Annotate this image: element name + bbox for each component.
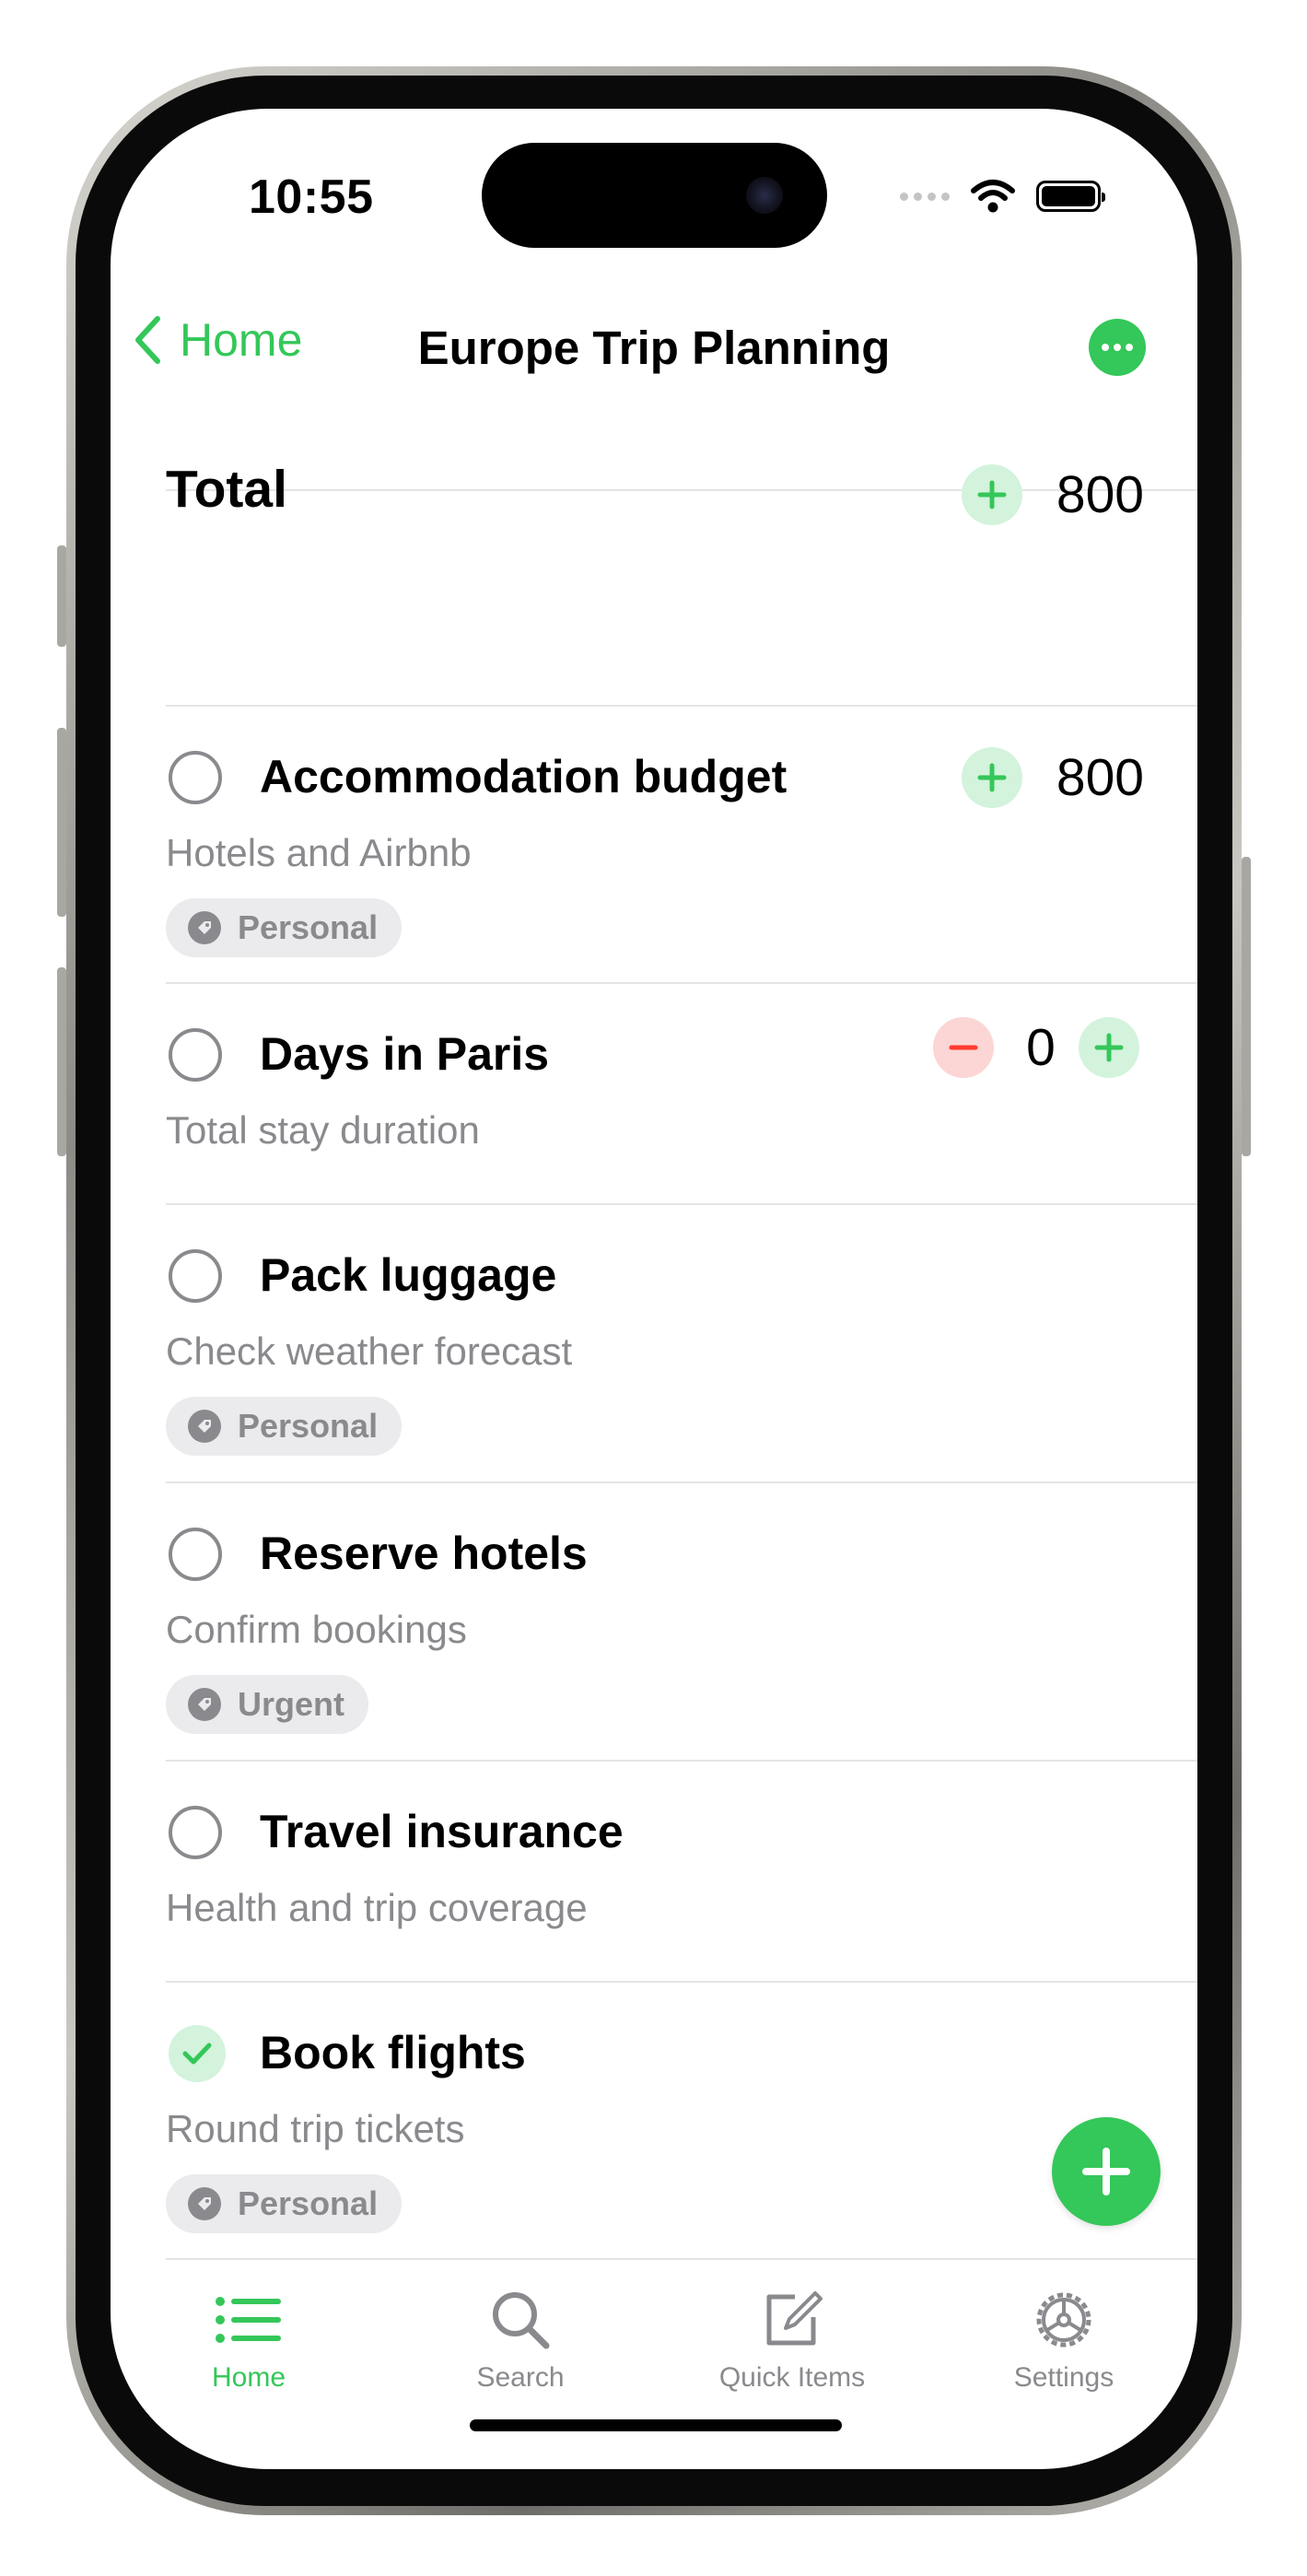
total-value: 800 (1056, 465, 1144, 524)
tab-label: Search (476, 2362, 565, 2393)
tag-icon (188, 1688, 221, 1721)
screen: 10:55 Home Europe Trip Planning Total 80… (111, 109, 1197, 2469)
total-label: Total (166, 460, 287, 519)
tab-label: Quick Items (718, 2362, 866, 2393)
minus-icon (949, 1045, 978, 1050)
item-subtitle: Hotels and Airbnb (166, 831, 472, 874)
tag-icon (188, 911, 221, 944)
divider (166, 1203, 1197, 1205)
tag-badge[interactable]: Personal (166, 2174, 403, 2233)
cellular-signal-icon (900, 192, 950, 201)
total-increment-button[interactable] (962, 464, 1022, 525)
camera-icon (746, 177, 783, 214)
item-title: Reserve hotels (260, 1528, 588, 1579)
status-time: 10:55 (249, 170, 374, 224)
wifi-icon (971, 180, 1015, 213)
item-value: 800 (1056, 748, 1144, 807)
volume-up-button (57, 728, 66, 917)
item-subtitle: Confirm bookings (166, 1608, 467, 1651)
power-button (1242, 857, 1251, 1156)
item-decrement-button[interactable] (933, 1017, 994, 1078)
status-icons (900, 173, 1105, 219)
item-title: Book flights (260, 2027, 526, 2078)
tag-label: Personal (238, 1407, 379, 1445)
plus-icon (1094, 1033, 1124, 1062)
item-title: Travel insurance (260, 1806, 624, 1857)
navigation-bar: Home Europe Trip Planning (111, 293, 1197, 394)
item-checkbox[interactable] (169, 1528, 222, 1581)
volume-down-button (57, 967, 66, 1156)
page-title: Europe Trip Planning (417, 322, 891, 374)
tag-icon (188, 1410, 221, 1443)
tab-label: Settings (1013, 2362, 1114, 2393)
item-checkbox[interactable] (169, 1028, 222, 1082)
tag-badge[interactable]: Personal (166, 1397, 403, 1456)
battery-icon (1036, 181, 1105, 212)
gear-icon (953, 2283, 1174, 2357)
item-checkbox[interactable] (169, 751, 222, 804)
home-indicator (470, 2419, 842, 2431)
item-checkbox-checked[interactable] (169, 2025, 226, 2082)
plus-icon (1082, 2148, 1130, 2195)
action-button (57, 545, 66, 647)
tab-quick-items[interactable]: Quick Items (682, 2283, 903, 2394)
item-increment-button[interactable] (1079, 1017, 1139, 1078)
tag-label: Urgent (238, 1685, 344, 1723)
divider (166, 1481, 1197, 1483)
item-checkbox[interactable] (169, 1806, 222, 1859)
plus-icon (977, 763, 1007, 792)
item-subtitle: Health and trip coverage (166, 1886, 588, 1929)
divider (166, 2258, 1197, 2260)
tab-search[interactable]: Search (410, 2283, 631, 2394)
item-title: Accommodation budget (260, 751, 788, 802)
item-title: Pack luggage (260, 1249, 557, 1301)
more-button[interactable] (1089, 319, 1146, 376)
list-icon (138, 2283, 359, 2357)
tag-badge[interactable]: Urgent (166, 1675, 368, 1734)
divider (166, 1981, 1197, 1983)
item-subtitle: Check weather forecast (166, 1329, 573, 1373)
tab-home[interactable]: Home (138, 2283, 359, 2394)
item-increment-button[interactable] (962, 747, 1022, 808)
item-subtitle: Round trip tickets (166, 2107, 465, 2150)
tag-badge[interactable]: Personal (166, 898, 403, 957)
tag-icon (188, 2187, 221, 2220)
dynamic-island (482, 143, 827, 248)
divider (166, 705, 1197, 707)
tab-label: Home (211, 2362, 286, 2393)
item-checkbox[interactable] (169, 1249, 222, 1303)
item-value: 0 (1026, 1018, 1056, 1077)
compose-icon (682, 2283, 903, 2357)
tab-settings[interactable]: Settings (953, 2283, 1174, 2394)
checkmark-icon (182, 2043, 212, 2065)
divider (166, 1760, 1197, 1762)
add-item-button[interactable] (1052, 2117, 1161, 2226)
tab-bar: Home Search Quick Items Settings (111, 2283, 1197, 2412)
tag-label: Personal (238, 2184, 379, 2222)
divider (166, 489, 1197, 491)
divider (166, 982, 1197, 984)
plus-icon (977, 480, 1007, 509)
tag-label: Personal (238, 908, 379, 946)
item-subtitle: Total stay duration (166, 1108, 480, 1152)
search-icon (410, 2283, 631, 2357)
ellipsis-icon (1102, 344, 1109, 351)
item-title: Days in Paris (260, 1028, 550, 1080)
